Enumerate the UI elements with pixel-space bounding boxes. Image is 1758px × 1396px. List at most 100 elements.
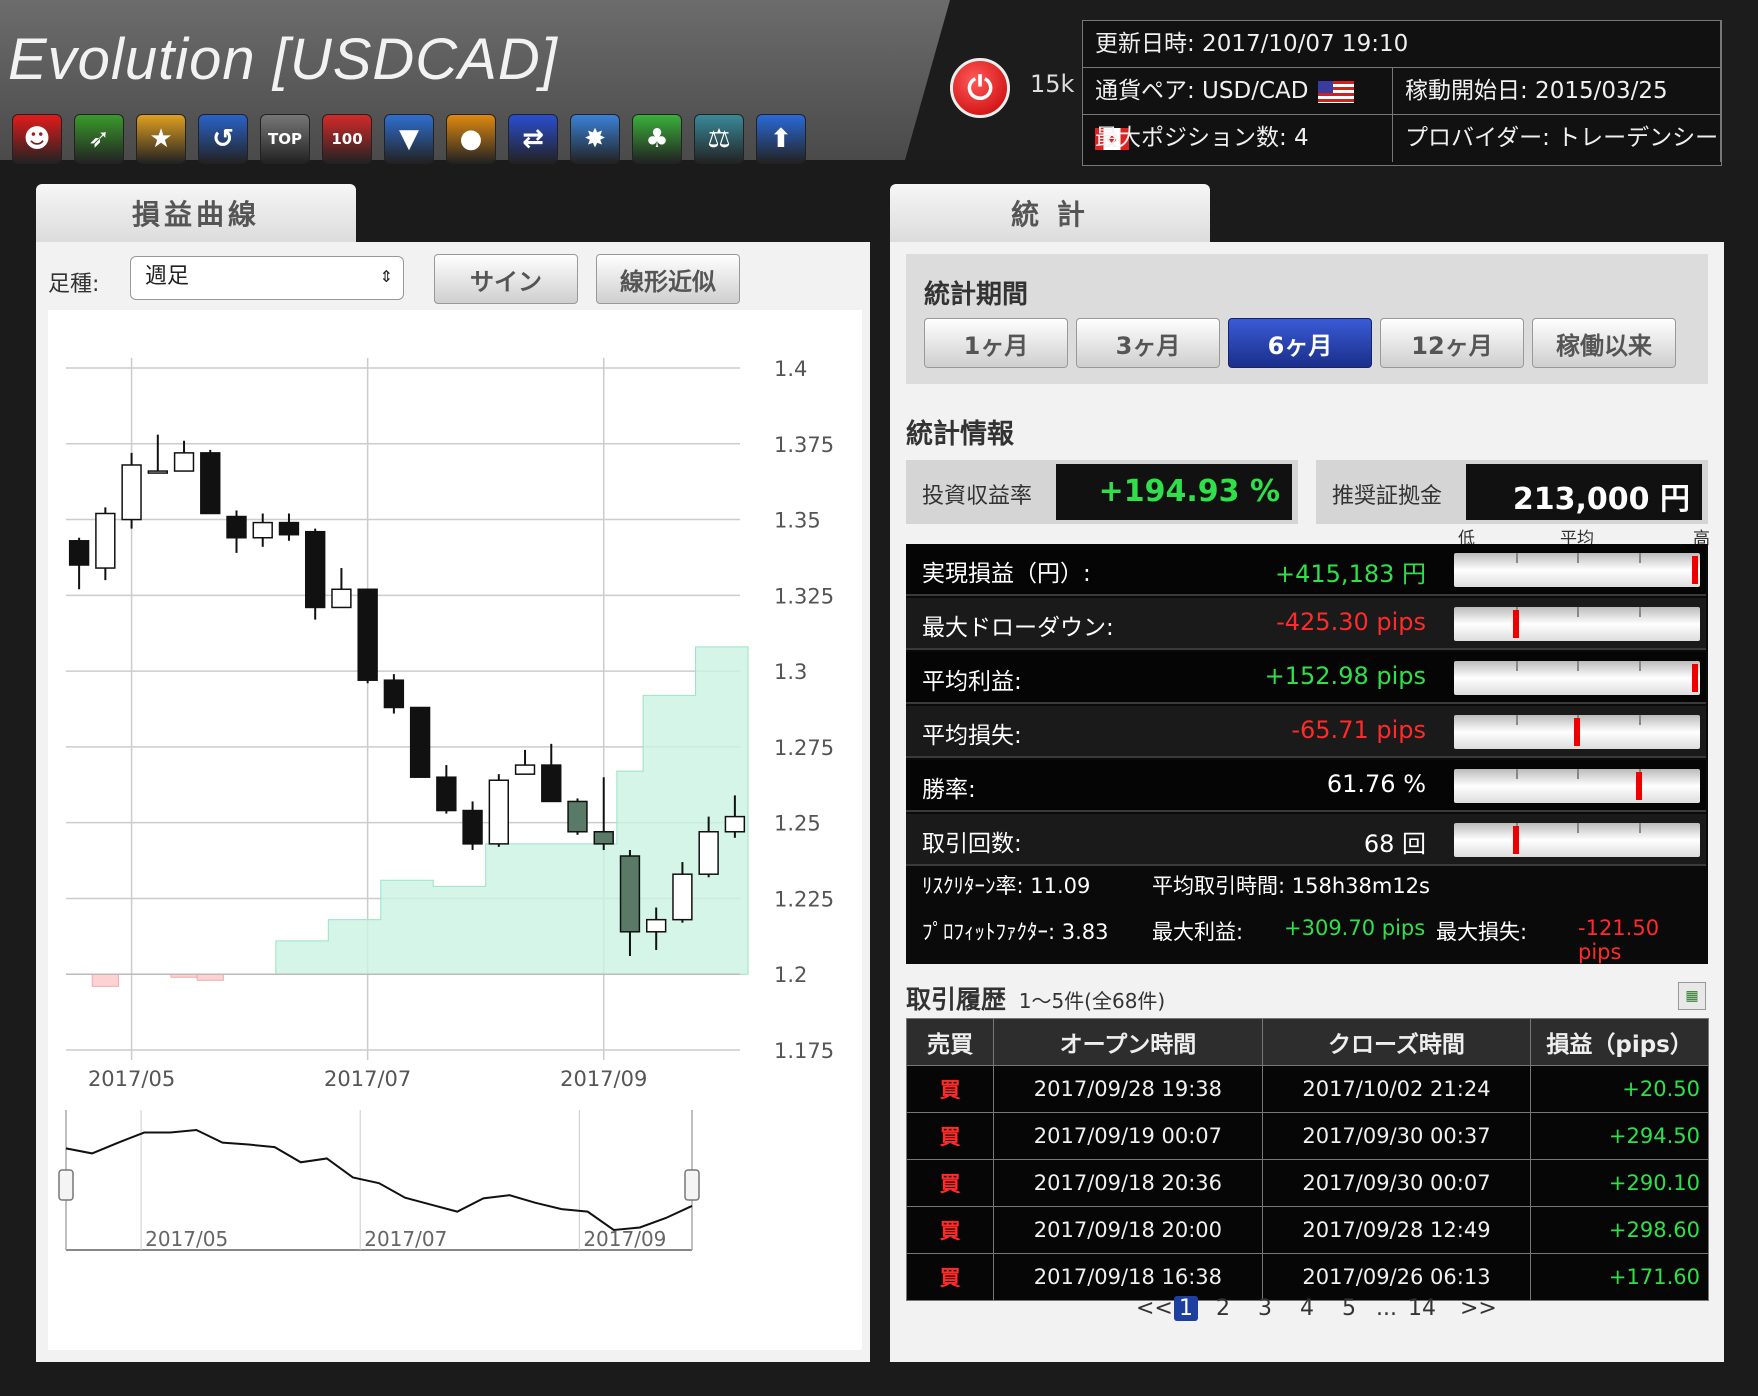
trade-side: 買 [905,1206,995,1254]
period-select[interactable]: 週足 ⇕ [130,256,404,300]
table-header[interactable]: 売買 [905,1018,995,1066]
x-tick-label: 2017/07 [324,1067,411,1091]
pager-next[interactable]: >> [1460,1296,1497,1321]
target-icon[interactable]: ➶ [74,114,124,164]
y-tick-label: 1.175 [774,1039,834,1063]
tab-equity-curve[interactable]: 損益曲線 [36,184,356,242]
tree-icon[interactable]: ♣ [632,114,682,164]
trade-open-time: 2017/09/18 20:00 [993,1206,1263,1254]
linear-fit-button[interactable]: 線形近似 [596,254,740,304]
roi-value: +194.93 % [1098,474,1280,509]
pager-prev[interactable]: << [1136,1296,1173,1321]
gauge-marker [1635,772,1642,800]
navigator-x-label: 2017/07 [364,1227,447,1251]
trade-side: 買 [905,1159,995,1207]
candle [252,513,273,547]
gauge-tick [1638,553,1641,563]
roi-box: 投資収益率 +194.93 % [906,460,1298,524]
currency-pair: 通貨ペア: USD/CAD ◆ [1083,68,1393,150]
candle-body [278,521,300,536]
table-header[interactable]: クローズ時間 [1261,1018,1532,1066]
star-medal-icon[interactable]: ★ [136,114,186,164]
stat-gauge [1454,607,1700,641]
pager-page[interactable]: 2 [1216,1296,1230,1321]
100-badge-icon[interactable]: 100 [322,114,372,164]
pager-ellipsis: ... [1376,1296,1397,1321]
y-tick-label: 1.225 [774,887,834,911]
trade-pips: +20.50 [1530,1065,1709,1113]
pager-page[interactable]: 5 [1342,1296,1356,1321]
tab-statistics[interactable]: 統 計 [890,184,1210,242]
margin-box: 推奨証拠金 213,000 円 [1316,460,1708,524]
candle-body [304,530,326,609]
candle-body [147,470,169,474]
table-row[interactable]: 買 2017/09/19 00:07 2017/09/30 00:37 +294.50 [905,1112,1709,1160]
period-box: 統計期間 1ヶ月 3ヶ月 6ヶ月 12ヶ月 稼働以来 [906,254,1708,384]
period-button-5[interactable]: 稼働以来 [1532,318,1676,368]
period-button-4[interactable]: 12ヶ月 [1380,318,1524,368]
table-header[interactable]: オープン時間 [993,1018,1263,1066]
egg-icon[interactable]: ● [446,114,496,164]
us-flag-icon [1317,80,1354,103]
trade-side: 買 [905,1253,995,1301]
candle-body [409,706,431,778]
candle [436,765,457,814]
shuffle-icon[interactable]: ⇄ [508,114,558,164]
sign-button[interactable]: サイン [434,254,578,304]
export-csv-icon[interactable]: ▦ [1678,982,1706,1010]
trade-open-time: 2017/09/18 20:36 [993,1159,1263,1207]
candle [331,568,352,609]
period-button-1[interactable]: 1ヶ月 [924,318,1068,368]
top100-icon[interactable]: TOP [260,114,310,164]
equity-negative-bar [196,973,224,981]
beginner-leaf-icon[interactable]: ▼ [384,114,434,164]
stat-row: 実現損益（円）: +415,183 円 [906,544,1706,596]
candle-body [672,873,693,921]
navigator-left-handle[interactable] [58,1169,74,1201]
gauge-marker [1574,718,1580,746]
equity-negative-bar [91,973,119,987]
table-row[interactable]: 買 2017/09/18 20:00 2017/09/28 12:49 +298.60 [905,1206,1709,1254]
gauge-tick [1638,607,1641,617]
upturn-arrow-icon[interactable]: ↺ [198,114,248,164]
trade-close-time: 2017/09/30 00:37 [1261,1112,1532,1160]
table-row[interactable]: 買 2017/09/28 19:38 2017/10/02 21:24 +20.50 [905,1065,1709,1113]
period-button-3[interactable]: 6ヶ月 [1228,318,1372,368]
navigator-x-label: 2017/05 [145,1227,228,1251]
period-button-2[interactable]: 3ヶ月 [1076,318,1220,368]
candle-body [95,512,116,569]
x-tick-label: 2017/05 [88,1067,175,1091]
candle [121,452,142,529]
navigator-right-handle[interactable] [684,1169,700,1201]
y-tick-label: 1.4 [774,357,807,381]
candle [68,537,90,590]
burst-icon[interactable]: ✸ [570,114,620,164]
trade-history-title: 取引履歴 1〜5件(全68件) [906,985,1166,1014]
pager-page[interactable]: 3 [1258,1296,1272,1321]
pager-page[interactable]: 14 [1408,1296,1436,1321]
max-loss-value: -121.50 pips [1578,916,1660,964]
gauge-tick [1577,607,1579,617]
scale-icon[interactable]: ⚖ [694,114,744,164]
table-row[interactable]: 買 2017/09/18 16:38 2017/09/26 06:13 +171.60 [905,1253,1709,1301]
up-arrow-icon[interactable]: ⬆ [756,114,806,164]
equity-area [66,646,749,975]
pager-page[interactable]: 1 [1174,1296,1198,1321]
stat-label: 平均損失: [922,723,1022,749]
candle-body [436,776,457,812]
candle [593,777,614,850]
max-profit-label: 最大利益: [1152,920,1244,944]
candle [514,749,536,775]
table-row[interactable]: 買 2017/09/18 20:36 2017/09/30 00:07 +290.10 [905,1159,1709,1207]
table-header[interactable]: 損益（pips） [1530,1018,1709,1066]
gauge-marker [1692,556,1699,584]
roi-label: 投資収益率 [922,484,1033,509]
candle [567,798,588,835]
pager-page[interactable]: 4 [1300,1296,1314,1321]
stat-gauge [1454,823,1700,857]
power-icon[interactable]: ⏻ [950,58,1010,118]
candle-body [645,918,667,933]
smile-icon[interactable]: ☻ [12,114,62,164]
provider: プロバイダー: トレーデンシー [1393,115,1721,162]
gauge-tick [1515,661,1518,671]
